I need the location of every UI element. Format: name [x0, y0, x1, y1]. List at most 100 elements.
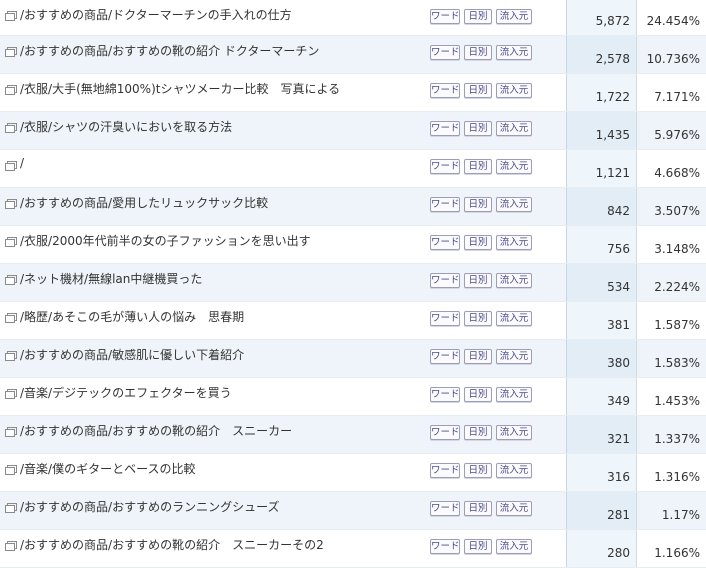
- source-button[interactable]: 流入元: [496, 349, 532, 364]
- page-title-link[interactable]: /: [20, 156, 24, 170]
- pageview-cell: 5,872: [566, 0, 636, 35]
- daily-button[interactable]: 日別: [464, 121, 492, 136]
- daily-button[interactable]: 日別: [464, 9, 492, 24]
- page-title-link[interactable]: /略歴/あそこの毛が薄い人の悩み 思春期: [20, 308, 244, 325]
- word-button[interactable]: ワード: [430, 235, 460, 250]
- daily-button[interactable]: 日別: [464, 83, 492, 98]
- pageview-percent: 1.316%: [654, 470, 700, 484]
- word-button[interactable]: ワード: [430, 501, 460, 516]
- page-icon: [5, 426, 17, 437]
- page-title-link[interactable]: /おすすめの商品/ドクターマーチンの手入れの仕方: [20, 6, 292, 23]
- row-actions: ワード 日別 流入元: [430, 273, 532, 288]
- source-button[interactable]: 流入元: [496, 159, 532, 174]
- pageview-percent: 1.587%: [654, 318, 700, 332]
- word-button[interactable]: ワード: [430, 425, 460, 440]
- daily-button[interactable]: 日別: [464, 45, 492, 60]
- page-cell: /音楽/デジテックのエフェクターを買う ワード 日別 流入元: [0, 378, 566, 415]
- row-actions: ワード 日別 流入元: [430, 45, 532, 60]
- page-icon: [5, 236, 17, 247]
- daily-button[interactable]: 日別: [464, 425, 492, 440]
- page-cell: /おすすめの商品/敏感肌に優しい下着紹介 ワード 日別 流入元: [0, 340, 566, 377]
- pageview-cell: 1,435: [566, 112, 636, 149]
- daily-button[interactable]: 日別: [464, 463, 492, 478]
- page-title-link[interactable]: /おすすめの商品/敏感肌に優しい下着紹介: [20, 346, 244, 363]
- table-row: /衣服/シャツの汗臭いにおいを取る方法 ワード 日別 流入元 1,435 5.9…: [0, 112, 706, 150]
- page-title-link[interactable]: /おすすめの商品/おすすめの靴の紹介 スニーカーその2: [20, 536, 324, 553]
- pageview-cell: 349: [566, 378, 636, 415]
- page-title-link[interactable]: /衣服/シャツの汗臭いにおいを取る方法: [20, 118, 232, 135]
- page-title-link[interactable]: /おすすめの商品/愛用したリュックサック比較: [20, 194, 268, 211]
- row-actions: ワード 日別 流入元: [430, 311, 532, 326]
- pageview-cell: 1,121: [566, 150, 636, 187]
- source-button[interactable]: 流入元: [496, 83, 532, 98]
- table-row: /音楽/僕のギターとベースの比較 ワード 日別 流入元 316 1.316%: [0, 454, 706, 492]
- word-button[interactable]: ワード: [430, 273, 460, 288]
- word-button[interactable]: ワード: [430, 311, 460, 326]
- daily-button[interactable]: 日別: [464, 387, 492, 402]
- table-row: /音楽/デジテックのエフェクターを買う ワード 日別 流入元 349 1.453…: [0, 378, 706, 416]
- word-button[interactable]: ワード: [430, 45, 460, 60]
- source-button[interactable]: 流入元: [496, 235, 532, 250]
- page-icon: [5, 312, 17, 323]
- pageview-count: 316: [607, 470, 630, 484]
- word-button[interactable]: ワード: [430, 83, 460, 98]
- word-button[interactable]: ワード: [430, 121, 460, 136]
- word-button[interactable]: ワード: [430, 539, 460, 554]
- row-actions: ワード 日別 流入元: [430, 463, 532, 478]
- page-title-link[interactable]: /おすすめの商品/おすすめの靴の紹介 スニーカー: [20, 422, 292, 439]
- pageview-percent: 2.224%: [654, 280, 700, 294]
- source-button[interactable]: 流入元: [496, 425, 532, 440]
- page-title-link[interactable]: /音楽/僕のギターとベースの比較: [20, 460, 196, 477]
- daily-button[interactable]: 日別: [464, 539, 492, 554]
- pageview-cell: 381: [566, 302, 636, 339]
- pageview-percent: 1.166%: [654, 546, 700, 560]
- page-title-link[interactable]: /ネット機材/無線lan中継機買った: [20, 270, 202, 287]
- word-button[interactable]: ワード: [430, 463, 460, 478]
- pageview-percent: 1.453%: [654, 394, 700, 408]
- source-button[interactable]: 流入元: [496, 273, 532, 288]
- source-button[interactable]: 流入元: [496, 311, 532, 326]
- daily-button[interactable]: 日別: [464, 235, 492, 250]
- daily-button[interactable]: 日別: [464, 197, 492, 212]
- daily-button[interactable]: 日別: [464, 159, 492, 174]
- row-actions: ワード 日別 流入元: [430, 235, 532, 250]
- pageview-count: 5,872: [595, 14, 630, 28]
- row-actions: ワード 日別 流入元: [430, 9, 532, 24]
- word-button[interactable]: ワード: [430, 9, 460, 24]
- daily-button[interactable]: 日別: [464, 501, 492, 516]
- table-row: /おすすめの商品/おすすめの靴の紹介 スニーカーその2 ワード 日別 流入元 2…: [0, 530, 706, 568]
- row-actions: ワード 日別 流入元: [430, 425, 532, 440]
- source-button[interactable]: 流入元: [496, 45, 532, 60]
- daily-button[interactable]: 日別: [464, 311, 492, 326]
- source-button[interactable]: 流入元: [496, 197, 532, 212]
- source-button[interactable]: 流入元: [496, 501, 532, 516]
- pageview-count: 349: [607, 394, 630, 408]
- percent-cell: 24.454%: [636, 0, 706, 35]
- pageview-percent: 1.337%: [654, 432, 700, 446]
- source-button[interactable]: 流入元: [496, 121, 532, 136]
- word-button[interactable]: ワード: [430, 387, 460, 402]
- pageview-count: 1,121: [595, 166, 630, 180]
- pageview-cell: 2,578: [566, 36, 636, 73]
- page-icon: [5, 388, 17, 399]
- pageview-count: 321: [607, 432, 630, 446]
- source-button[interactable]: 流入元: [496, 387, 532, 402]
- page-title-link[interactable]: /衣服/2000年代前半の女の子ファッションを思い出す: [20, 232, 311, 249]
- source-button[interactable]: 流入元: [496, 463, 532, 478]
- word-button[interactable]: ワード: [430, 197, 460, 212]
- daily-button[interactable]: 日別: [464, 273, 492, 288]
- percent-cell: 1.337%: [636, 416, 706, 453]
- page-title-link[interactable]: /音楽/デジテックのエフェクターを買う: [20, 384, 232, 401]
- word-button[interactable]: ワード: [430, 349, 460, 364]
- source-button[interactable]: 流入元: [496, 9, 532, 24]
- percent-cell: 2.224%: [636, 264, 706, 301]
- source-button[interactable]: 流入元: [496, 539, 532, 554]
- page-title-link[interactable]: /衣服/大手(無地綿100%)tシャツメーカー比較 写真による: [20, 80, 340, 97]
- page-title-link[interactable]: /おすすめの商品/おすすめのランニングシューズ: [20, 498, 280, 515]
- page-icon: [5, 84, 17, 95]
- word-button[interactable]: ワード: [430, 159, 460, 174]
- page-title-link[interactable]: /おすすめの商品/おすすめの靴の紹介 ドクターマーチン: [20, 42, 319, 59]
- pageview-count: 280: [607, 546, 630, 560]
- daily-button[interactable]: 日別: [464, 349, 492, 364]
- row-actions: ワード 日別 流入元: [430, 121, 532, 136]
